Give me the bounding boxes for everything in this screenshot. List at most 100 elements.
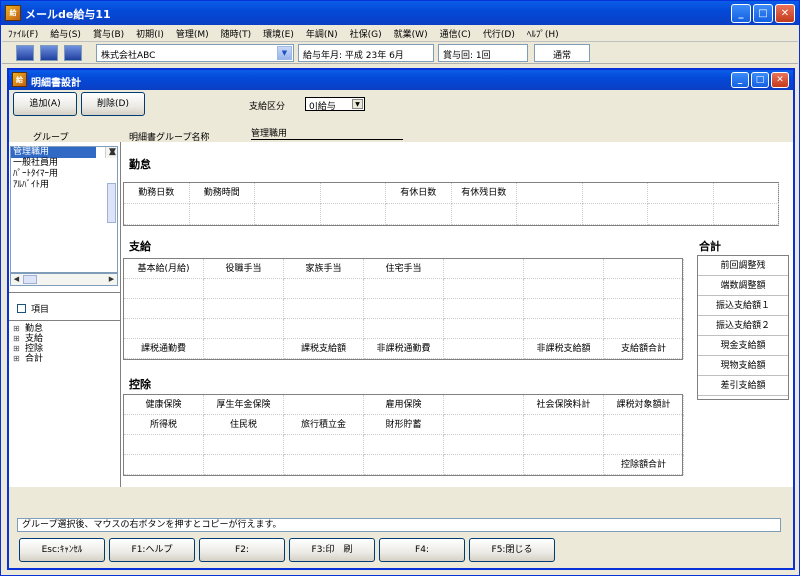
grid-cell[interactable]: 家族手当: [284, 259, 364, 279]
grid-cell[interactable]: [604, 259, 684, 279]
grid-cell[interactable]: 所得税: [124, 415, 204, 435]
list-item[interactable]: ｱﾙﾊﾞｲﾄ用: [11, 180, 117, 191]
group-name-input[interactable]: 管理職用: [251, 126, 403, 140]
company-select[interactable]: 株式会社ABC ▼: [96, 44, 294, 62]
grid-cell[interactable]: 健康保険: [124, 395, 204, 415]
grid-cell[interactable]: [364, 455, 444, 475]
grid-cell[interactable]: 非課税通勤費: [364, 339, 444, 359]
minimize-button[interactable]: _: [731, 4, 751, 23]
list-item[interactable]: 一般社員用: [11, 158, 117, 169]
grid-cell[interactable]: [604, 299, 684, 319]
grid-cell[interactable]: [524, 299, 604, 319]
menu-initial[interactable]: 初期(I): [130, 25, 170, 41]
grid-cell[interactable]: [444, 415, 524, 435]
grid-cell[interactable]: [189, 204, 255, 225]
menu-manage[interactable]: 管理(M): [170, 25, 215, 41]
grid-cell[interactable]: 勤務日数: [124, 183, 190, 204]
mail-icon[interactable]: [40, 45, 58, 61]
f4-button[interactable]: F4:: [379, 538, 465, 562]
grid-cell[interactable]: [255, 204, 321, 225]
grid-cell[interactable]: [451, 204, 517, 225]
menu-help[interactable]: ﾍﾙﾌﾟ(H): [521, 25, 565, 41]
close-button[interactable]: ✕: [775, 4, 795, 23]
tree-node-deduction[interactable]: 控除: [9, 344, 43, 354]
grid-cell[interactable]: [444, 259, 524, 279]
grid-cell[interactable]: [517, 204, 583, 225]
hscroll-thumb[interactable]: [23, 275, 37, 284]
grid-cell[interactable]: [582, 204, 648, 225]
grid-cell[interactable]: [204, 455, 284, 475]
grid-cell[interactable]: 財形貯蓄: [364, 415, 444, 435]
grid-cell[interactable]: 雇用保険: [364, 395, 444, 415]
grid-cell[interactable]: [444, 279, 524, 299]
grid-cell[interactable]: [648, 204, 714, 225]
grid-cell[interactable]: [284, 435, 364, 455]
total-item[interactable]: 前回調整残: [698, 256, 788, 276]
menu-env[interactable]: 環境(E): [257, 25, 300, 41]
f2-button[interactable]: F2:: [199, 538, 285, 562]
tree-node-total[interactable]: 合計: [9, 354, 43, 364]
scroll-left-icon[interactable]: ◀: [11, 274, 22, 285]
grid-cell[interactable]: 基本給(月給): [124, 259, 204, 279]
grid-cell[interactable]: 住宅手当: [364, 259, 444, 279]
chevron-down-icon[interactable]: ▼: [352, 99, 363, 109]
grid-cell[interactable]: [124, 455, 204, 475]
grid-cell[interactable]: [713, 204, 779, 225]
grid-cell[interactable]: [124, 204, 190, 225]
total-item[interactable]: 端数調整額: [698, 276, 788, 296]
child-maximize-button[interactable]: □: [751, 72, 769, 88]
grid-cell[interactable]: 有休日数: [386, 183, 452, 204]
menu-comm[interactable]: 通信(C): [434, 25, 477, 41]
menu-adhoc[interactable]: 随時(T): [215, 25, 258, 41]
grid-cell[interactable]: [204, 435, 284, 455]
send-icon[interactable]: [64, 45, 82, 61]
menu-file[interactable]: ﾌｧｲﾙ(F): [2, 25, 44, 41]
grid-cell[interactable]: [582, 183, 648, 204]
scroll-down-icon[interactable]: ▼: [106, 147, 117, 158]
grid-cell[interactable]: [364, 299, 444, 319]
grid-cell[interactable]: 課税通勤費: [124, 339, 204, 359]
chevron-down-icon[interactable]: ▼: [277, 46, 292, 60]
grid-cell[interactable]: 役職手当: [204, 259, 284, 279]
grid-cell[interactable]: 課税支給額: [284, 339, 364, 359]
delete-button[interactable]: 削除(D): [81, 92, 145, 116]
add-button[interactable]: 追加(A): [13, 92, 77, 116]
menu-bonus[interactable]: 賞与(B): [87, 25, 130, 41]
menu-work[interactable]: 就業(W): [388, 25, 434, 41]
grid-cell[interactable]: [444, 395, 524, 415]
grid-cell[interactable]: [604, 319, 684, 339]
grid-cell[interactable]: [320, 204, 386, 225]
grid-cell[interactable]: [444, 339, 524, 359]
grid-cell[interactable]: 旅行積立金: [284, 415, 364, 435]
grid-cell[interactable]: [124, 435, 204, 455]
grid-cell[interactable]: 課税対象額計: [604, 395, 684, 415]
grid-cell[interactable]: [524, 435, 604, 455]
grid-cell[interactable]: 社会保険料計: [524, 395, 604, 415]
horizontal-scrollbar[interactable]: ◀ ▶: [10, 273, 118, 286]
list-item[interactable]: ﾊﾟｰﾄﾀｲﾏｰ用: [11, 169, 117, 180]
menu-proxy[interactable]: 代行(D): [477, 25, 521, 41]
f1-help-button[interactable]: F1:ヘルプ: [109, 538, 195, 562]
scroll-thumb[interactable]: [107, 183, 116, 223]
grid-cell[interactable]: [517, 183, 583, 204]
scroll-right-icon[interactable]: ▶: [106, 274, 117, 285]
grid-cell[interactable]: [444, 455, 524, 475]
grid-cell[interactable]: [284, 279, 364, 299]
grid-cell[interactable]: [444, 299, 524, 319]
f5-close-button[interactable]: F5:閉じる: [469, 538, 555, 562]
grid-cell[interactable]: [524, 259, 604, 279]
menu-pay[interactable]: 給与(S): [44, 25, 87, 41]
grid-cell[interactable]: 厚生年金保険: [204, 395, 284, 415]
grid-cell[interactable]: [284, 395, 364, 415]
grid-cell[interactable]: [124, 319, 204, 339]
grid-cell[interactable]: [444, 319, 524, 339]
grid-cell[interactable]: [364, 279, 444, 299]
grid-cell[interactable]: 住民税: [204, 415, 284, 435]
grid-cell[interactable]: [364, 435, 444, 455]
total-item[interactable]: 現物支給額: [698, 356, 788, 376]
grid-cell[interactable]: [204, 319, 284, 339]
save-icon[interactable]: [16, 45, 34, 61]
grid-cell[interactable]: [124, 299, 204, 319]
grid-cell[interactable]: [204, 339, 284, 359]
grid-cell[interactable]: [320, 183, 386, 204]
